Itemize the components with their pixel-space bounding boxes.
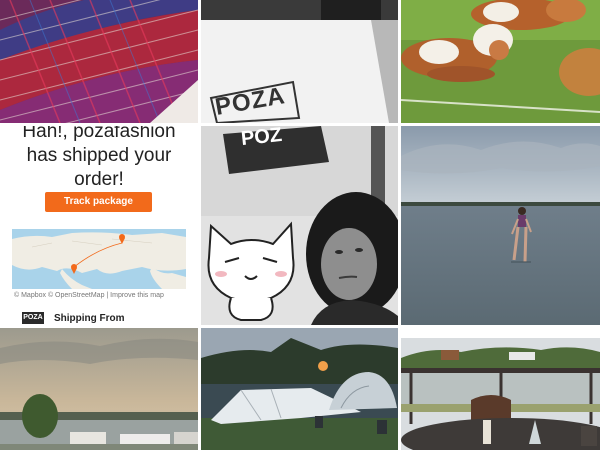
tile-cows[interactable] xyxy=(401,0,600,123)
sunset-image xyxy=(0,328,198,450)
tile-shipping[interactable]: Hah!, pozafashion has shipped your order… xyxy=(0,126,198,325)
tile-fabric[interactable] xyxy=(0,0,198,123)
shipping-line-1: Hah!, pozafashion xyxy=(22,126,176,142)
poza-logo-icon: POZA xyxy=(22,312,44,324)
tile-bag[interactable]: POZA xyxy=(201,0,398,123)
photo-grid: POZA Hah!, pozafashion has shipped your … xyxy=(0,0,600,450)
shipping-line-3: order! xyxy=(74,169,124,190)
selfie-logo: POZ xyxy=(239,126,284,151)
tile-camp[interactable] xyxy=(201,328,398,450)
terrace-image xyxy=(401,328,600,450)
tile-lake[interactable] xyxy=(401,126,600,325)
selfie-image xyxy=(201,126,398,325)
shipping-message: Hah!, pozafashion has shipped your order… xyxy=(0,126,198,192)
fabric-image xyxy=(0,0,198,123)
shipping-card: Hah!, pozafashion has shipped your order… xyxy=(0,126,198,325)
cows-image xyxy=(401,0,600,123)
tile-sunset[interactable] xyxy=(0,328,198,450)
shipping-from-label: Shipping From xyxy=(54,313,125,324)
route-map[interactable] xyxy=(12,229,186,289)
tile-selfie[interactable]: POZ xyxy=(201,126,398,325)
map-credit[interactable]: © Mapbox © OpenStreetMap | Improve this … xyxy=(14,292,164,299)
track-package-button[interactable]: Track package xyxy=(45,192,152,212)
shipping-line-2: has shipped your xyxy=(26,145,172,166)
map-image xyxy=(12,229,186,289)
camp-image xyxy=(201,328,398,450)
lake-image xyxy=(401,126,600,325)
tile-terrace[interactable] xyxy=(401,328,600,450)
